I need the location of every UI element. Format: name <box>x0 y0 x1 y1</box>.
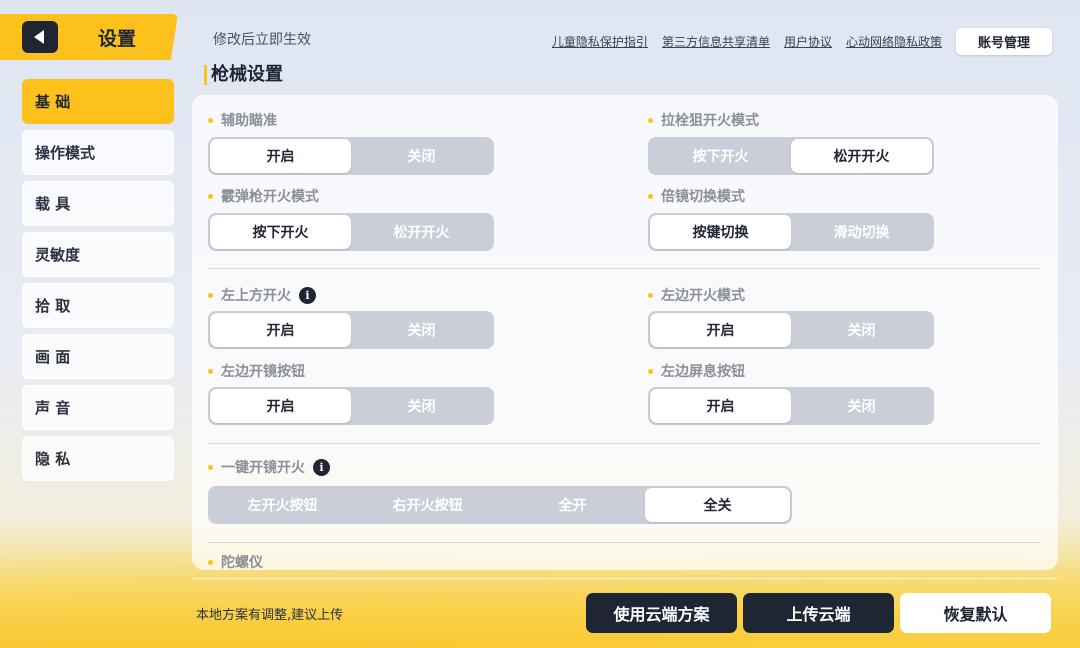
bolt-fire-toggle: 按下开火 松开开火 <box>648 137 934 175</box>
bolt-fire-release[interactable]: 松开开火 <box>791 139 932 173</box>
back-button[interactable] <box>22 21 58 53</box>
left-fire-mode-toggle: 开启 关闭 <box>648 311 934 349</box>
link-user-agreement[interactable]: 用户协议 <box>784 33 832 50</box>
bullet-dot <box>648 368 653 374</box>
left-fire-mode-off[interactable]: 关闭 <box>791 313 932 347</box>
upload-cloud-button[interactable]: 上传云端 <box>743 593 894 633</box>
label-text: 左边开镜按钮 <box>221 364 305 380</box>
label-text: 左上方开火 <box>221 288 291 304</box>
top-links: 儿童隐私保护指引 第三方信息共享清单 用户协议 心动网络隐私政策 账号管理 <box>552 28 1052 55</box>
sidebar-item-control-mode[interactable]: 操作模式 <box>22 130 174 175</box>
left-hold-breath-on[interactable]: 开启 <box>650 389 791 423</box>
sidebar: 基 础 操作模式 载 具 灵敏度 拾 取 画 面 声 音 隐 私 <box>22 79 174 487</box>
setting-label-one-key-scope-fire: 一键开镜开火 i <box>208 457 330 477</box>
sidebar-item-vehicle[interactable]: 载 具 <box>22 181 174 226</box>
setting-label-bolt-fire: 拉栓狙开火模式 <box>648 110 759 130</box>
scope-switch-key[interactable]: 按键切换 <box>650 215 791 249</box>
use-cloud-button[interactable]: 使用云端方案 <box>586 593 737 633</box>
top-left-fire-toggle: 开启 关闭 <box>208 311 494 349</box>
bullet-dot <box>648 117 653 123</box>
sidebar-item-privacy[interactable]: 隐 私 <box>22 436 174 481</box>
sidebar-item-sensitivity[interactable]: 灵敏度 <box>22 232 174 277</box>
link-third-party[interactable]: 第三方信息共享清单 <box>662 33 770 50</box>
top-left-fire-off[interactable]: 关闭 <box>351 313 492 347</box>
divider <box>208 268 1040 269</box>
bullet-dot <box>208 193 213 199</box>
setting-label-aim-assist: 辅助瞄准 <box>208 110 277 130</box>
section-title: 枪械设置 <box>204 65 283 85</box>
sidebar-item-graphics[interactable]: 画 面 <box>22 334 174 379</box>
link-privacy-policy[interactable]: 心动网络隐私政策 <box>846 33 942 50</box>
left-hold-breath-toggle: 开启 关闭 <box>648 387 934 425</box>
bullet-dot <box>208 292 213 298</box>
bullet-dot <box>208 464 213 470</box>
scope-switch-toggle: 按键切换 滑动切换 <box>648 213 934 251</box>
divider <box>208 542 1040 543</box>
label-text: 辅助瞄准 <box>221 113 277 129</box>
info-icon[interactable]: i <box>313 458 330 476</box>
left-scope-button-toggle: 开启 关闭 <box>208 387 494 425</box>
setting-label-scope-switch: 倍镜切换模式 <box>648 186 745 206</box>
one-key-left-fire[interactable]: 左开火按钮 <box>210 488 355 522</box>
apply-hint: 修改后立即生效 <box>213 32 311 48</box>
aim-assist-on[interactable]: 开启 <box>210 139 351 173</box>
shotgun-fire-press[interactable]: 按下开火 <box>210 215 351 249</box>
page-title: 设置 <box>98 27 137 50</box>
left-fire-mode-on[interactable]: 开启 <box>650 313 791 347</box>
left-scope-button-on[interactable]: 开启 <box>210 389 351 423</box>
divider <box>208 443 1040 444</box>
setting-label-shotgun-fire: 霰弹枪开火模式 <box>208 186 319 206</box>
scope-switch-slide[interactable]: 滑动切换 <box>791 215 932 249</box>
label-text: 左边屏息按钮 <box>661 364 745 380</box>
shotgun-fire-release[interactable]: 松开开火 <box>351 215 492 249</box>
sidebar-item-sound[interactable]: 声 音 <box>22 385 174 430</box>
link-child-privacy[interactable]: 儿童隐私保护指引 <box>552 33 648 50</box>
one-key-right-fire[interactable]: 右开火按钮 <box>355 488 500 522</box>
bolt-fire-press[interactable]: 按下开火 <box>650 139 791 173</box>
top-left-fire-on[interactable]: 开启 <box>210 313 351 347</box>
setting-label-left-hold-breath: 左边屏息按钮 <box>648 361 745 381</box>
label-text: 一键开镜开火 <box>221 460 305 476</box>
restore-default-button[interactable]: 恢复默认 <box>900 593 1051 633</box>
label-text: 霰弹枪开火模式 <box>221 189 319 205</box>
setting-label-left-fire-mode: 左边开火模式 <box>648 285 745 305</box>
one-key-all-on[interactable]: 全开 <box>500 488 645 522</box>
bullet-dot <box>648 292 653 298</box>
bullet-dot <box>208 368 213 374</box>
bullet-dot <box>208 117 213 123</box>
setting-label-top-left-fire: 左上方开火 i <box>208 285 316 305</box>
settings-header: 设置 <box>0 14 178 60</box>
left-scope-button-off[interactable]: 关闭 <box>351 389 492 423</box>
bullet-dot <box>648 193 653 199</box>
footer-note: 本地方案有调整,建议上传 <box>196 608 344 623</box>
label-text: 拉栓狙开火模式 <box>661 113 759 129</box>
one-key-scope-fire-toggle: 左开火按钮 右开火按钮 全开 全关 <box>208 486 792 524</box>
sidebar-item-pickup[interactable]: 拾 取 <box>22 283 174 328</box>
label-text: 陀螺仪 <box>221 555 263 571</box>
info-icon[interactable]: i <box>299 286 316 304</box>
sidebar-item-basic[interactable]: 基 础 <box>22 79 174 124</box>
setting-label-left-scope-button: 左边开镜按钮 <box>208 361 305 381</box>
setting-label-gyro: 陀螺仪 <box>208 552 263 572</box>
aim-assist-toggle: 开启 关闭 <box>208 137 494 175</box>
label-text: 左边开火模式 <box>661 288 745 304</box>
footer-divider <box>192 578 1058 579</box>
account-management-button[interactable]: 账号管理 <box>955 28 1052 55</box>
shotgun-fire-toggle: 按下开火 松开开火 <box>208 213 494 251</box>
back-arrow-icon <box>34 30 44 44</box>
bullet-dot <box>208 559 213 565</box>
left-hold-breath-off[interactable]: 关闭 <box>791 389 932 423</box>
one-key-all-off[interactable]: 全关 <box>645 488 790 522</box>
label-text: 倍镜切换模式 <box>661 189 745 205</box>
aim-assist-off[interactable]: 关闭 <box>351 139 492 173</box>
